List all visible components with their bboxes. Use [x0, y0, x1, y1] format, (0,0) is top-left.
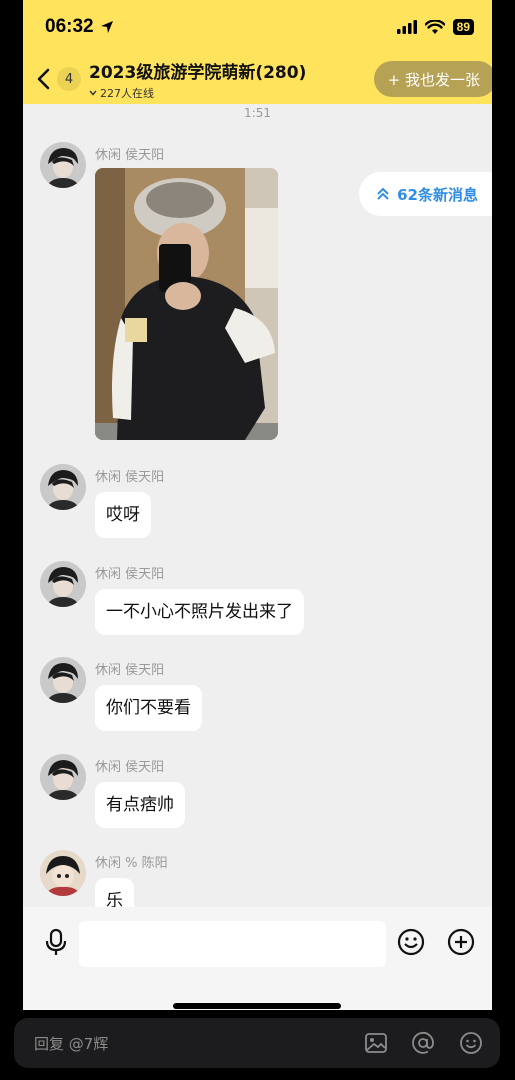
- avatar[interactable]: [40, 850, 86, 896]
- chat-message: 休闲 % 陈阳 乐: [40, 850, 340, 907]
- mirror-selfie-image: [95, 168, 278, 440]
- share-photo-button[interactable]: + 我也发一张: [373, 61, 492, 97]
- avatar-image: [40, 850, 86, 896]
- photo-message[interactable]: [95, 168, 278, 440]
- new-messages-button[interactable]: 62条新消息: [359, 172, 492, 216]
- new-messages-label: 62条新消息: [397, 185, 478, 204]
- chat-message: 休闲 侯天阳 哎呀: [40, 464, 340, 544]
- online-count: 227人在线: [89, 85, 306, 101]
- avatar-image: [40, 561, 86, 607]
- avatar[interactable]: [40, 142, 86, 188]
- microphone-icon[interactable]: [41, 927, 71, 957]
- status-right: 89: [396, 19, 474, 35]
- avatar[interactable]: [40, 561, 86, 607]
- online-count-text: 227人在线: [100, 86, 154, 100]
- cellular-signal-icon: [396, 20, 417, 34]
- reply-bar[interactable]: 回复 @7辉: [14, 1018, 500, 1068]
- sender-name: 休闲 侯天阳: [95, 148, 165, 163]
- avatar[interactable]: [40, 657, 86, 703]
- avatar-image: [40, 142, 86, 188]
- emoji-icon[interactable]: [396, 927, 426, 957]
- chat-title-box[interactable]: 2023级旅游学院萌新(280) 227人在线: [89, 58, 306, 101]
- chat-header: 06:32 89 4 2023级旅游学院萌新(280) 227人在线 + 我也发…: [23, 0, 492, 104]
- location-arrow-icon: [100, 21, 113, 33]
- chevron-down-icon: [89, 90, 97, 96]
- double-chevron-up-icon: [377, 187, 389, 200]
- phone-screen: 06:32 89 4 2023级旅游学院萌新(280) 227人在线 + 我也发…: [23, 0, 492, 1010]
- message-bubble[interactable]: 你们不要看: [95, 685, 202, 731]
- message-input[interactable]: [79, 921, 386, 967]
- message-composer: [23, 907, 492, 1010]
- avatar-image: [40, 754, 86, 800]
- battery-level: 89: [452, 19, 474, 35]
- unread-badge: 4: [57, 67, 81, 91]
- chat-message: 休闲 侯天阳: [40, 142, 340, 442]
- sender-name: 休闲 侯天阳: [95, 760, 165, 775]
- avatar-image: [40, 657, 86, 703]
- message-bubble[interactable]: 有点痞帅: [95, 782, 185, 828]
- emoji-icon[interactable]: [459, 1031, 483, 1055]
- avatar[interactable]: [40, 464, 86, 510]
- image-icon[interactable]: [364, 1031, 388, 1055]
- wifi-icon: [424, 19, 445, 34]
- message-timestamp: 1:51: [244, 106, 271, 120]
- plus-circle-icon[interactable]: [446, 927, 476, 957]
- share-photo-label: + 我也发一张: [387, 70, 480, 89]
- sender-name: 休闲 侯天阳: [95, 470, 165, 485]
- message-bubble[interactable]: 哎呀: [95, 492, 151, 538]
- status-bar: 06:32 89: [45, 14, 474, 40]
- chat-message: 休闲 侯天阳 一不小心不照片发出来了: [40, 561, 400, 641]
- reply-placeholder: 回复 @7辉: [34, 1035, 109, 1053]
- avatar[interactable]: [40, 754, 86, 800]
- chat-message: 休闲 侯天阳 你们不要看: [40, 657, 340, 737]
- home-indicator: [173, 1003, 341, 1009]
- chat-message: 休闲 侯天阳 有点痞帅: [40, 754, 340, 834]
- chevron-left-icon: [37, 68, 50, 90]
- message-bubble[interactable]: 乐: [95, 878, 134, 907]
- sender-name: 休闲 侯天阳: [95, 567, 165, 582]
- status-time: 06:32: [45, 16, 94, 37]
- at-mention-icon[interactable]: [411, 1031, 435, 1055]
- sender-name: 休闲 % 陈阳: [95, 856, 168, 871]
- avatar-image: [40, 464, 86, 510]
- message-bubble[interactable]: 一不小心不照片发出来了: [95, 589, 304, 635]
- chat-title: 2023级旅游学院萌新(280): [89, 62, 307, 83]
- sender-name: 休闲 侯天阳: [95, 663, 165, 678]
